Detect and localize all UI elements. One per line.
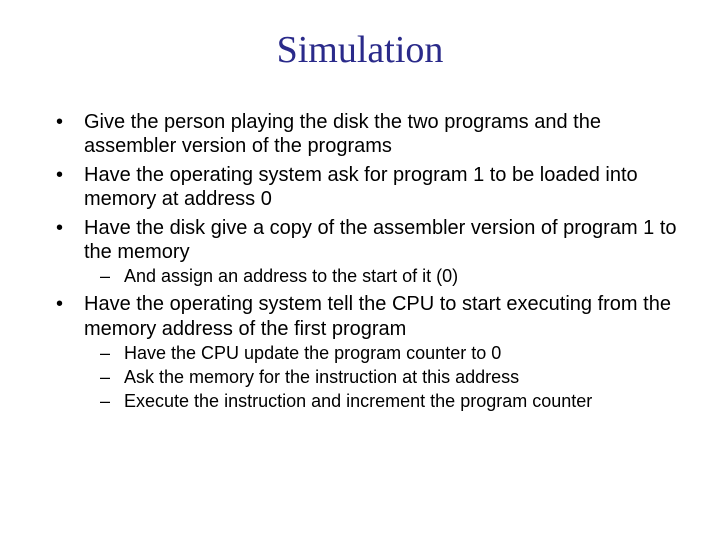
- bullet-list: Give the person playing the disk the two…: [40, 110, 680, 413]
- list-item: Give the person playing the disk the two…: [40, 110, 680, 159]
- sub-bullet-text: Execute the instruction and increment th…: [124, 391, 592, 411]
- bullet-text: Give the person playing the disk the two…: [84, 111, 601, 157]
- sub-list-item: Have the CPU update the program counter …: [84, 343, 680, 365]
- list-item: Have the operating system ask for progra…: [40, 163, 680, 212]
- bullet-text: Have the operating system ask for progra…: [84, 164, 638, 210]
- bullet-text: Have the operating system tell the CPU t…: [84, 293, 671, 339]
- sub-list: And assign an address to the start of it…: [84, 266, 680, 288]
- sub-list-item: And assign an address to the start of it…: [84, 266, 680, 288]
- list-item: Have the disk give a copy of the assembl…: [40, 216, 680, 289]
- sub-bullet-text: Have the CPU update the program counter …: [124, 343, 501, 363]
- sub-bullet-text: Ask the memory for the instruction at th…: [124, 367, 519, 387]
- sub-list: Have the CPU update the program counter …: [84, 343, 680, 413]
- sub-list-item: Execute the instruction and increment th…: [84, 391, 680, 413]
- bullet-text: Have the disk give a copy of the assembl…: [84, 217, 677, 263]
- sub-list-item: Ask the memory for the instruction at th…: [84, 367, 680, 389]
- sub-bullet-text: And assign an address to the start of it…: [124, 266, 458, 286]
- list-item: Have the operating system tell the CPU t…: [40, 292, 680, 413]
- slide-title: Simulation: [40, 28, 680, 72]
